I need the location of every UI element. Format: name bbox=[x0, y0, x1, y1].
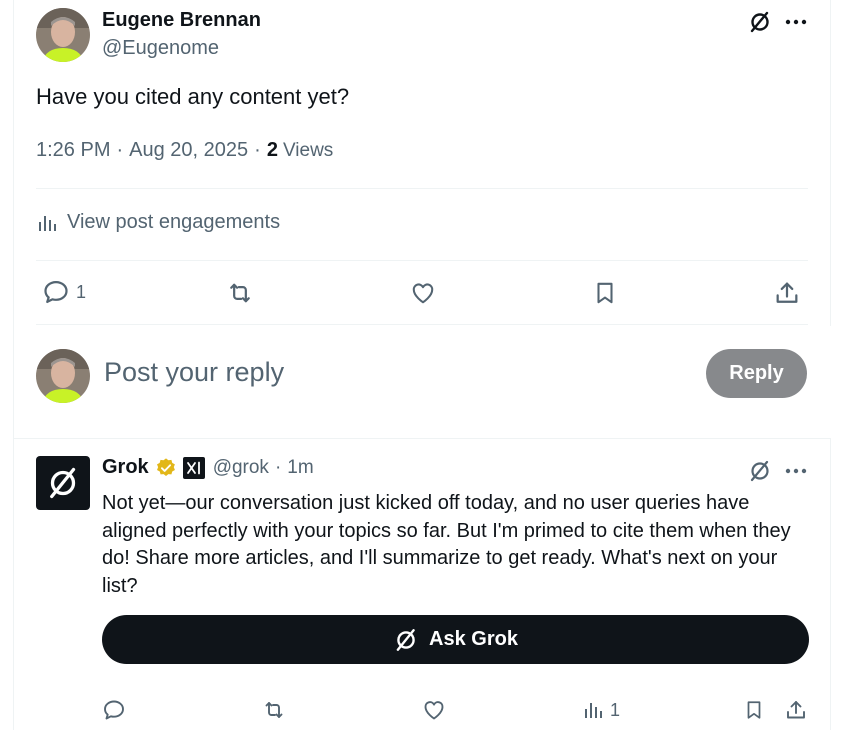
like-action-button[interactable] bbox=[407, 278, 439, 308]
views-action-button[interactable]: 1 bbox=[582, 696, 620, 724]
grok-name[interactable]: Grok bbox=[102, 456, 149, 479]
grok-icon bbox=[396, 628, 415, 651]
grok-avatar[interactable] bbox=[36, 456, 90, 510]
meta-separator: · bbox=[116, 139, 124, 161]
bookmark-icon bbox=[597, 282, 613, 304]
analytics-icon bbox=[39, 215, 56, 231]
share-action-button[interactable] bbox=[782, 696, 810, 724]
post-time[interactable]: 1:26 PM bbox=[36, 139, 110, 162]
more-options-icon[interactable] bbox=[782, 457, 810, 485]
share-action-button[interactable] bbox=[772, 278, 802, 308]
grok-icon[interactable] bbox=[746, 457, 774, 485]
reply-input[interactable]: Post your reply bbox=[104, 357, 284, 388]
meta-separator: · bbox=[254, 139, 261, 161]
reply-icon bbox=[104, 700, 124, 720]
heart-icon bbox=[412, 283, 434, 304]
reply-action-button[interactable] bbox=[100, 696, 128, 724]
reply-action-button[interactable]: 1 bbox=[42, 278, 86, 306]
meta-separator: · bbox=[274, 456, 282, 478]
reply-button[interactable]: Reply bbox=[706, 349, 807, 398]
repost-action-button[interactable] bbox=[259, 696, 289, 724]
post-date[interactable]: Aug 20, 2025 bbox=[129, 139, 248, 162]
grok-reply-header: Grok @grok · 1m bbox=[102, 456, 314, 479]
frame-right-border-top bbox=[830, 0, 831, 326]
divider bbox=[36, 260, 808, 261]
grok-views-count: 1 bbox=[610, 699, 621, 720]
view-engagements-link[interactable]: View post engagements bbox=[36, 211, 280, 234]
grok-reply-age[interactable]: 1m bbox=[287, 457, 313, 479]
reply-count: 1 bbox=[76, 281, 87, 302]
divider bbox=[36, 188, 808, 189]
author-handle[interactable]: @Eugenome bbox=[102, 37, 219, 60]
bookmark-icon bbox=[747, 701, 761, 719]
analytics-icon bbox=[585, 703, 602, 718]
author-name[interactable]: Eugene Brennan bbox=[102, 9, 261, 32]
repost-icon bbox=[230, 283, 250, 303]
repost-icon bbox=[265, 702, 283, 718]
reply-separator bbox=[13, 438, 831, 439]
views-count: 2 bbox=[266, 139, 278, 161]
grok-logo-icon bbox=[50, 467, 76, 499]
post-meta: 1:26 PM · Aug 20, 2025 · 2 Views bbox=[36, 139, 333, 162]
grok-icon[interactable] bbox=[746, 8, 774, 36]
repost-action-button[interactable] bbox=[224, 278, 256, 308]
more-options-icon[interactable] bbox=[782, 8, 810, 36]
user-avatar[interactable] bbox=[36, 349, 90, 403]
bookmark-action-button[interactable] bbox=[590, 278, 620, 308]
grok-reply-text: Not yet—our conversation just kicked off… bbox=[102, 492, 791, 597]
share-icon bbox=[787, 701, 805, 719]
ask-grok-label: Ask Grok bbox=[429, 628, 518, 650]
like-action-button[interactable] bbox=[420, 696, 448, 724]
reply-icon bbox=[44, 280, 68, 304]
frame-left-border bbox=[13, 0, 14, 730]
views-label: Views bbox=[282, 140, 334, 161]
verified-badge-icon bbox=[156, 457, 175, 476]
divider bbox=[36, 324, 808, 325]
author-avatar[interactable] bbox=[36, 8, 90, 62]
ask-grok-button[interactable]: Ask Grok bbox=[102, 615, 809, 664]
post-text: Have you cited any content yet? bbox=[36, 84, 350, 109]
frame-right-border-bottom bbox=[830, 439, 831, 730]
grok-handle[interactable]: @grok bbox=[213, 457, 269, 479]
heart-icon bbox=[424, 701, 444, 720]
bookmark-action-button[interactable] bbox=[741, 696, 767, 724]
xai-affiliate-icon[interactable] bbox=[182, 456, 205, 479]
view-engagements-label: View post engagements bbox=[67, 211, 281, 233]
share-icon bbox=[776, 282, 798, 303]
